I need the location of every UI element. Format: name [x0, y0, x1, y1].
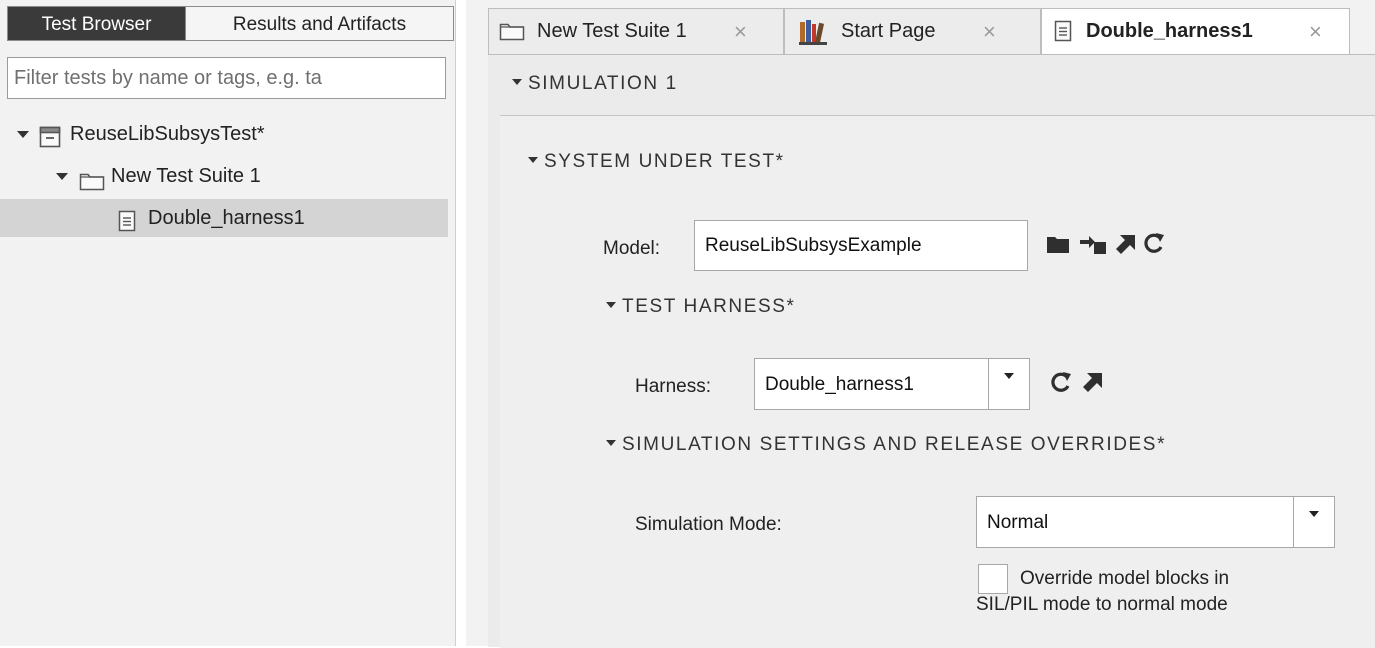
- document-icon: [118, 207, 136, 245]
- simulation-panel: SYSTEM UNDER TEST* Model: ReuseLibSubsys…: [500, 115, 1375, 648]
- chevron-down-icon[interactable]: [988, 359, 1029, 409]
- section-title: SYSTEM UNDER TEST*: [544, 151, 785, 172]
- refresh-icon[interactable]: [1050, 371, 1072, 398]
- expand-arrow-icon[interactable]: [56, 173, 68, 180]
- library-icon: [799, 19, 827, 51]
- tab-label: Double_harness1: [1086, 20, 1253, 42]
- expand-arrow-icon[interactable]: [17, 131, 29, 138]
- tab-test-browser[interactable]: Test Browser: [7, 6, 186, 41]
- tree-item-test-suite[interactable]: New Test Suite 1: [0, 157, 448, 195]
- collapse-caret-icon: [606, 439, 616, 446]
- section-title: SIMULATION SETTINGS AND RELEASE OVERRIDE…: [622, 434, 1167, 455]
- document-tab-bar: New Test Suite 1 × Start Page × Double_h…: [488, 8, 1375, 54]
- test-browser-panel: Test Browser Results and Artifacts Reuse…: [0, 0, 456, 646]
- open-model-icon[interactable]: [1116, 234, 1136, 259]
- collapse-caret-icon: [606, 301, 616, 308]
- section-simulation-settings[interactable]: SIMULATION SETTINGS AND RELEASE OVERRIDE…: [606, 434, 1166, 456]
- tree-item-label: New Test Suite 1: [111, 165, 261, 187]
- section-system-under-test[interactable]: SYSTEM UNDER TEST*: [528, 151, 785, 173]
- tree-item-label: Double_harness1: [148, 207, 305, 229]
- create-harness-icon[interactable]: [1080, 232, 1106, 259]
- section-simulation-1[interactable]: SIMULATION 1: [512, 73, 678, 95]
- tab-label: Start Page: [841, 20, 936, 42]
- collapse-caret-icon: [528, 156, 538, 163]
- simulation-mode-dropdown[interactable]: Normal: [976, 496, 1335, 548]
- simulation-mode-label: Simulation Mode:: [635, 514, 782, 535]
- harness-value: Double_harness1: [765, 374, 914, 395]
- document-icon: [1054, 20, 1072, 48]
- open-model-icon[interactable]: [1083, 372, 1103, 397]
- section-test-harness[interactable]: TEST HARNESS*: [606, 296, 796, 318]
- close-icon[interactable]: ×: [1309, 19, 1322, 45]
- test-case-editor: SIMULATION 1 SYSTEM UNDER TEST* Model: R…: [488, 54, 1375, 648]
- tab-label: New Test Suite 1: [537, 20, 687, 42]
- harness-dropdown[interactable]: Double_harness1: [754, 358, 1030, 410]
- section-title: SIMULATION 1: [528, 73, 678, 94]
- override-model-blocks-checkbox[interactable]: [978, 564, 1008, 594]
- close-icon[interactable]: ×: [983, 19, 996, 45]
- chevron-down-icon[interactable]: [1293, 497, 1334, 547]
- tree-item-test-file[interactable]: ReuseLibSubsysTest*: [0, 115, 448, 153]
- tree-item-test-case[interactable]: Double_harness1: [0, 199, 448, 237]
- left-panel-tabs: Test Browser Results and Artifacts: [7, 6, 454, 43]
- filter-tests-input[interactable]: [7, 57, 446, 99]
- tree-item-label: ReuseLibSubsysTest*: [70, 123, 265, 145]
- simulation-mode-value: Normal: [987, 512, 1049, 533]
- harness-label: Harness:: [635, 376, 712, 397]
- tab-new-test-suite-1[interactable]: New Test Suite 1 ×: [488, 8, 784, 54]
- test-file-icon: [39, 123, 61, 161]
- refresh-icon[interactable]: [1143, 232, 1165, 259]
- tab-double-harness1[interactable]: Double_harness1 ×: [1041, 8, 1350, 54]
- section-title: TEST HARNESS*: [622, 296, 796, 317]
- tab-results-and-artifacts[interactable]: Results and Artifacts: [186, 6, 454, 41]
- folder-open-icon[interactable]: [1047, 235, 1069, 258]
- collapse-caret-icon: [512, 78, 522, 85]
- model-label: Model:: [603, 238, 661, 259]
- tab-start-page[interactable]: Start Page ×: [784, 8, 1041, 54]
- model-name-field[interactable]: ReuseLibSubsysExample: [694, 220, 1028, 271]
- folder-icon: [499, 21, 525, 47]
- close-icon[interactable]: ×: [734, 19, 747, 45]
- override-checkbox-label-line2: SIL/PIL mode to normal mode: [976, 594, 1228, 615]
- override-checkbox-label-line1: Override model blocks in: [1020, 568, 1230, 589]
